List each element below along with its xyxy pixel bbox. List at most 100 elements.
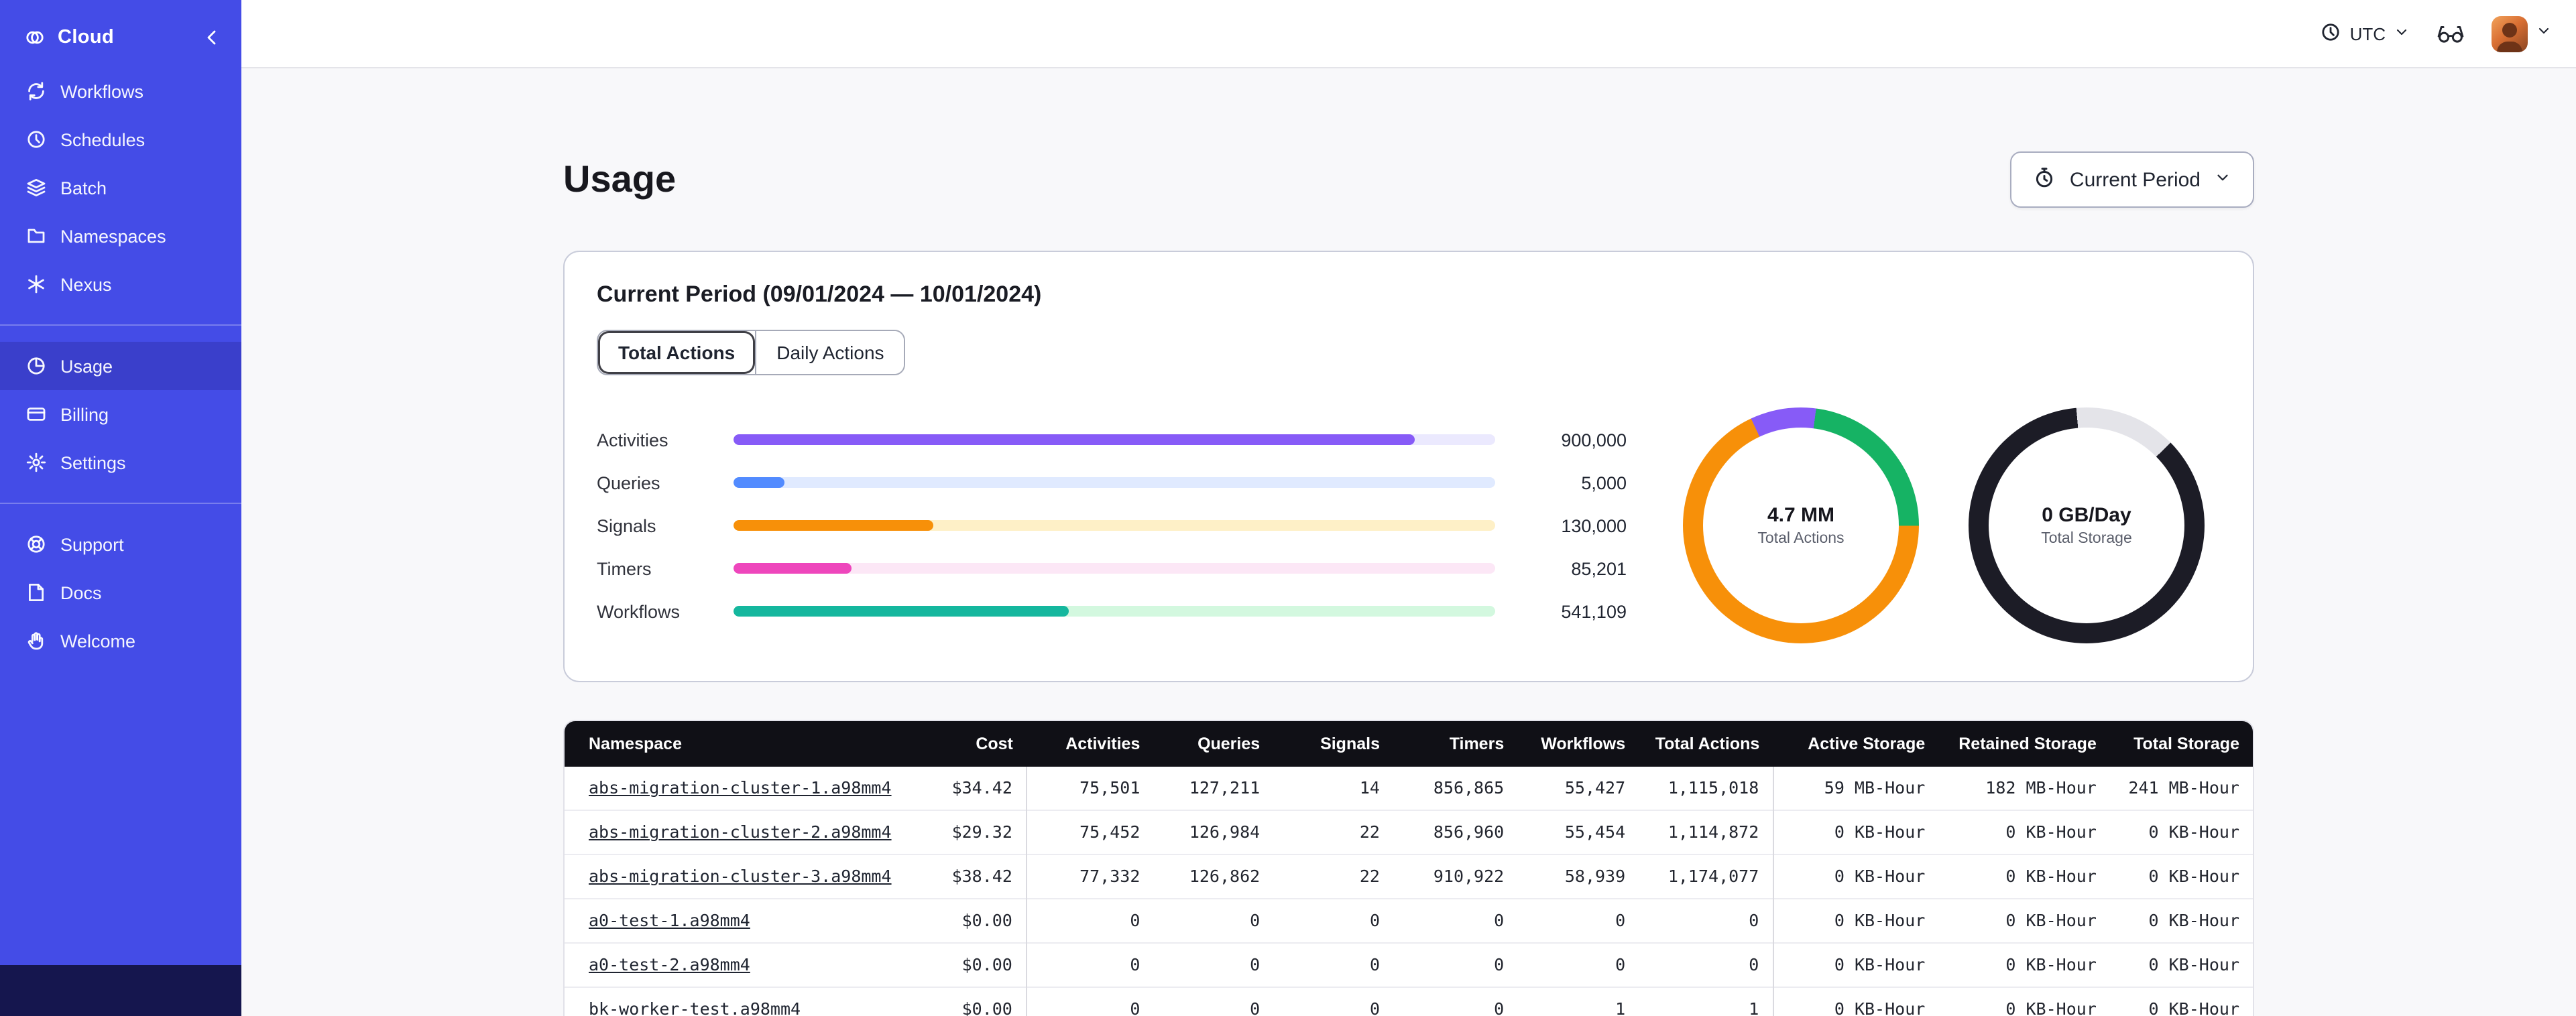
tab-daily-actions[interactable]: Daily Actions: [755, 331, 904, 374]
table-cell: 0: [1153, 987, 1274, 1016]
card-title: Current Period (09/01/2024 — 10/01/2024): [597, 281, 1042, 307]
table-cell: 127,211: [1153, 767, 1274, 810]
table-cell: 59 MB-Hour: [1773, 767, 1939, 810]
table-row: abs-migration-cluster-1.a98mm4 $34.42 75,5…: [565, 767, 2253, 810]
sidebar-item-namespaces[interactable]: Namespaces: [0, 212, 241, 260]
table-cell: 0 KB-Hour: [2109, 810, 2253, 854]
namespaces-icon: [25, 225, 47, 247]
namespace-link[interactable]: abs-migration-cluster-3.a98mm4: [589, 866, 892, 886]
settings-icon: [25, 452, 47, 473]
usage-icon: [25, 355, 47, 377]
namespace-link[interactable]: abs-migration-cluster-1.a98mm4: [589, 777, 892, 798]
total-actions-label: Total Actions: [1757, 531, 1845, 547]
sidebar-item-label: Namespaces: [60, 226, 166, 246]
column-header-activities: Activities: [1026, 721, 1154, 767]
bar-label: Activities: [597, 430, 668, 450]
sidebar-item-workflows[interactable]: Workflows: [0, 67, 241, 115]
table-cell: 0 KB-Hour: [1938, 898, 2110, 943]
table-cell: 0 KB-Hour: [1938, 854, 2110, 899]
sidebar-item-schedules[interactable]: Schedules: [0, 115, 241, 164]
namespace-usage-table: Namespace Cost Activities Queries Signals Tim…: [563, 720, 2254, 1016]
sidebar-item-label: Schedules: [60, 129, 145, 149]
bar-track: [734, 434, 1495, 445]
bar-label: Signals: [597, 515, 656, 535]
namespace-link[interactable]: a0-test-2.a98mm4: [589, 954, 750, 974]
table-cell: 856,960: [1393, 810, 1518, 854]
glasses-icon[interactable]: [2434, 19, 2467, 48]
timezone-label: UTC: [2349, 23, 2386, 44]
schedules-icon: [25, 129, 47, 150]
namespace-link[interactable]: bk-worker-test.a98mm4: [589, 999, 801, 1016]
table-cell: 22: [1273, 854, 1393, 899]
table-cell: 182 MB-Hour: [1938, 767, 2110, 810]
chevron-down-icon: [2214, 168, 2231, 191]
sidebar-header: Cloud: [0, 0, 241, 67]
sidebar-item-batch[interactable]: Batch: [0, 164, 241, 212]
table-cell: 0: [1393, 987, 1518, 1016]
bar-fill: [734, 520, 933, 531]
temporal-logo-icon: [24, 27, 46, 48]
table-cell: 0 KB-Hour: [1938, 810, 2110, 854]
table-row: bk-worker-test.a98mm4 $0.00 0 0 0 0 1 1 0 KB-Hou…: [565, 987, 2253, 1016]
column-header-timers: Timers: [1393, 721, 1518, 767]
namespace-link[interactable]: a0-test-1.a98mm4: [589, 910, 750, 930]
batch-icon: [25, 177, 47, 198]
sidebar-item-label: Workflows: [60, 81, 144, 101]
table-cell: 910,922: [1393, 854, 1518, 899]
table-cell: $38.42: [899, 854, 1027, 899]
table-cell: 126,984: [1153, 810, 1274, 854]
avatar: [2492, 15, 2528, 52]
sidebar-item-label: Welcome: [60, 631, 136, 651]
column-header-cost: Cost: [899, 721, 1027, 767]
bar-value: 900,000: [1561, 430, 1627, 450]
brand-label: Cloud: [58, 27, 115, 48]
total-actions-value: 4.7 MM: [1767, 504, 1834, 527]
clock-icon: [2321, 21, 2342, 46]
support-icon: [25, 533, 47, 555]
tab-total-actions[interactable]: Total Actions: [598, 331, 756, 374]
table-cell: 0 KB-Hour: [1938, 942, 2110, 987]
bar-fill: [734, 606, 1069, 617]
bar-value: 85,201: [1571, 558, 1627, 578]
table-cell: 0 KB-Hour: [1773, 987, 1939, 1016]
sidebar-item-usage[interactable]: Usage: [0, 342, 241, 390]
bar-row-timers: Timers 85,201: [597, 547, 1627, 590]
account-menu[interactable]: [2492, 15, 2552, 52]
table-cell: 0: [1153, 898, 1274, 943]
total-storage-donut: 0 GB/Day Total Storage: [1969, 407, 2205, 643]
table-cell: 0: [1639, 898, 1774, 943]
table-cell: 77,332: [1026, 854, 1154, 899]
chevron-down-icon: [2394, 23, 2410, 44]
sidebar-item-settings[interactable]: Settings: [0, 438, 241, 487]
table-cell: 1,115,018: [1639, 767, 1774, 810]
sidebar-item-billing[interactable]: Billing: [0, 390, 241, 438]
stopwatch-icon: [2034, 166, 2056, 194]
bar-row-queries: Queries 5,000: [597, 461, 1627, 504]
sidebar-item-nexus[interactable]: Nexus: [0, 260, 241, 308]
timezone-selector[interactable]: UTC: [2321, 21, 2410, 46]
sidebar-nav-account: Usage Billing Settings: [0, 324, 241, 487]
sidebar-item-docs[interactable]: Docs: [0, 568, 241, 617]
sidebar-item-welcome[interactable]: Welcome: [0, 617, 241, 665]
sidebar-item-label: Settings: [60, 452, 126, 472]
docs-icon: [25, 582, 47, 603]
table-cell: $0.00: [899, 987, 1027, 1016]
content-scroll-area[interactable]: Usage Current Period Current Period (09/…: [241, 68, 2576, 1016]
namespace-link[interactable]: abs-migration-cluster-2.a98mm4: [589, 822, 892, 842]
sidebar-item-label: Billing: [60, 404, 109, 424]
table-cell: 0: [1026, 987, 1154, 1016]
bar-row-workflows: Workflows 541,109: [597, 590, 1627, 633]
table-cell: $29.32: [899, 810, 1027, 854]
app-viewport: Cloud Workflows Schedules Batch Namespaces N…: [0, 0, 2576, 1016]
sidebar-nav-primary: Workflows Schedules Batch Namespaces Nexus: [0, 67, 241, 308]
sidebar-collapse-button[interactable]: [198, 24, 225, 51]
table-cell: 0: [1273, 987, 1393, 1016]
table-cell: 22: [1273, 810, 1393, 854]
namespace-cell: bk-worker-test.a98mm4: [565, 987, 900, 1016]
sidebar-item-support[interactable]: Support: [0, 520, 241, 568]
topbar: UTC: [241, 0, 2576, 68]
period-filter-button[interactable]: Current Period: [2010, 151, 2254, 208]
sidebar: Cloud Workflows Schedules Batch Namespaces N…: [0, 0, 241, 1016]
bar-row-signals: Signals 130,000: [597, 504, 1627, 547]
column-header-queries: Queries: [1153, 721, 1274, 767]
